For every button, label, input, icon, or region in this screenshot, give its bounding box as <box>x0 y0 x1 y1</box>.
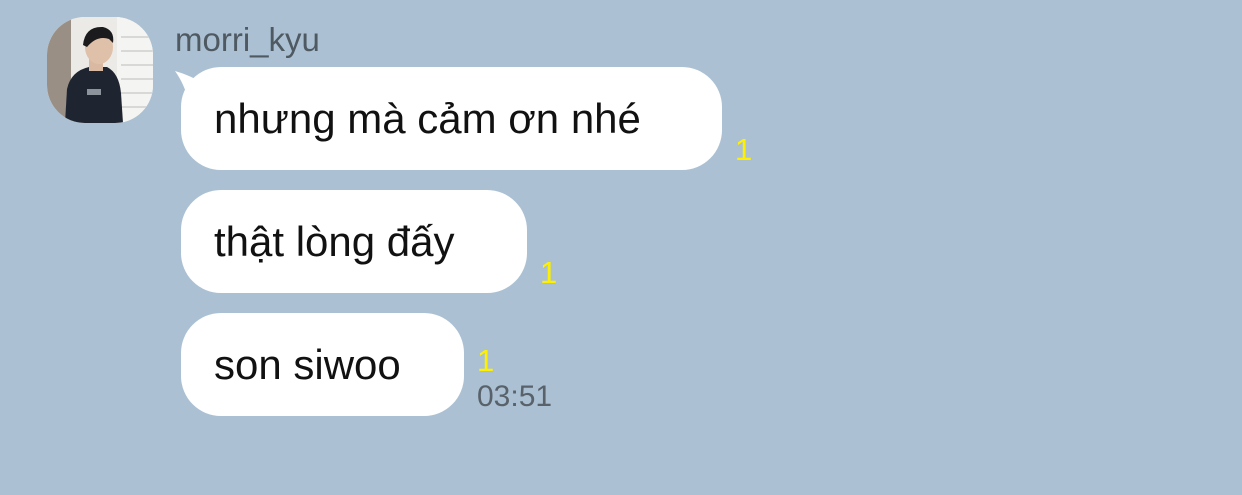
chat-view: morri_kyu nhưng mà cảm ơn nhé 1 thật lòn… <box>0 0 1242 495</box>
message-timestamp: 03:51 <box>477 380 553 413</box>
message-text: nhưng mà cảm ơn nhé <box>214 94 641 142</box>
unread-count: 1 <box>540 255 558 290</box>
avatar[interactable] <box>47 17 153 123</box>
message-bubble[interactable]: son siwoo <box>181 313 464 416</box>
message-bubble[interactable]: thật lòng đấy <box>181 190 527 293</box>
unread-count: 1 <box>477 343 495 378</box>
unread-count: 1 <box>735 132 753 167</box>
profile-photo-icon <box>47 17 153 123</box>
message-text: son siwoo <box>214 340 401 388</box>
message-bubble[interactable]: nhưng mà cảm ơn nhé <box>181 67 722 170</box>
sender-name: morri_kyu <box>175 21 320 58</box>
message-text: thật lòng đấy <box>214 217 455 265</box>
